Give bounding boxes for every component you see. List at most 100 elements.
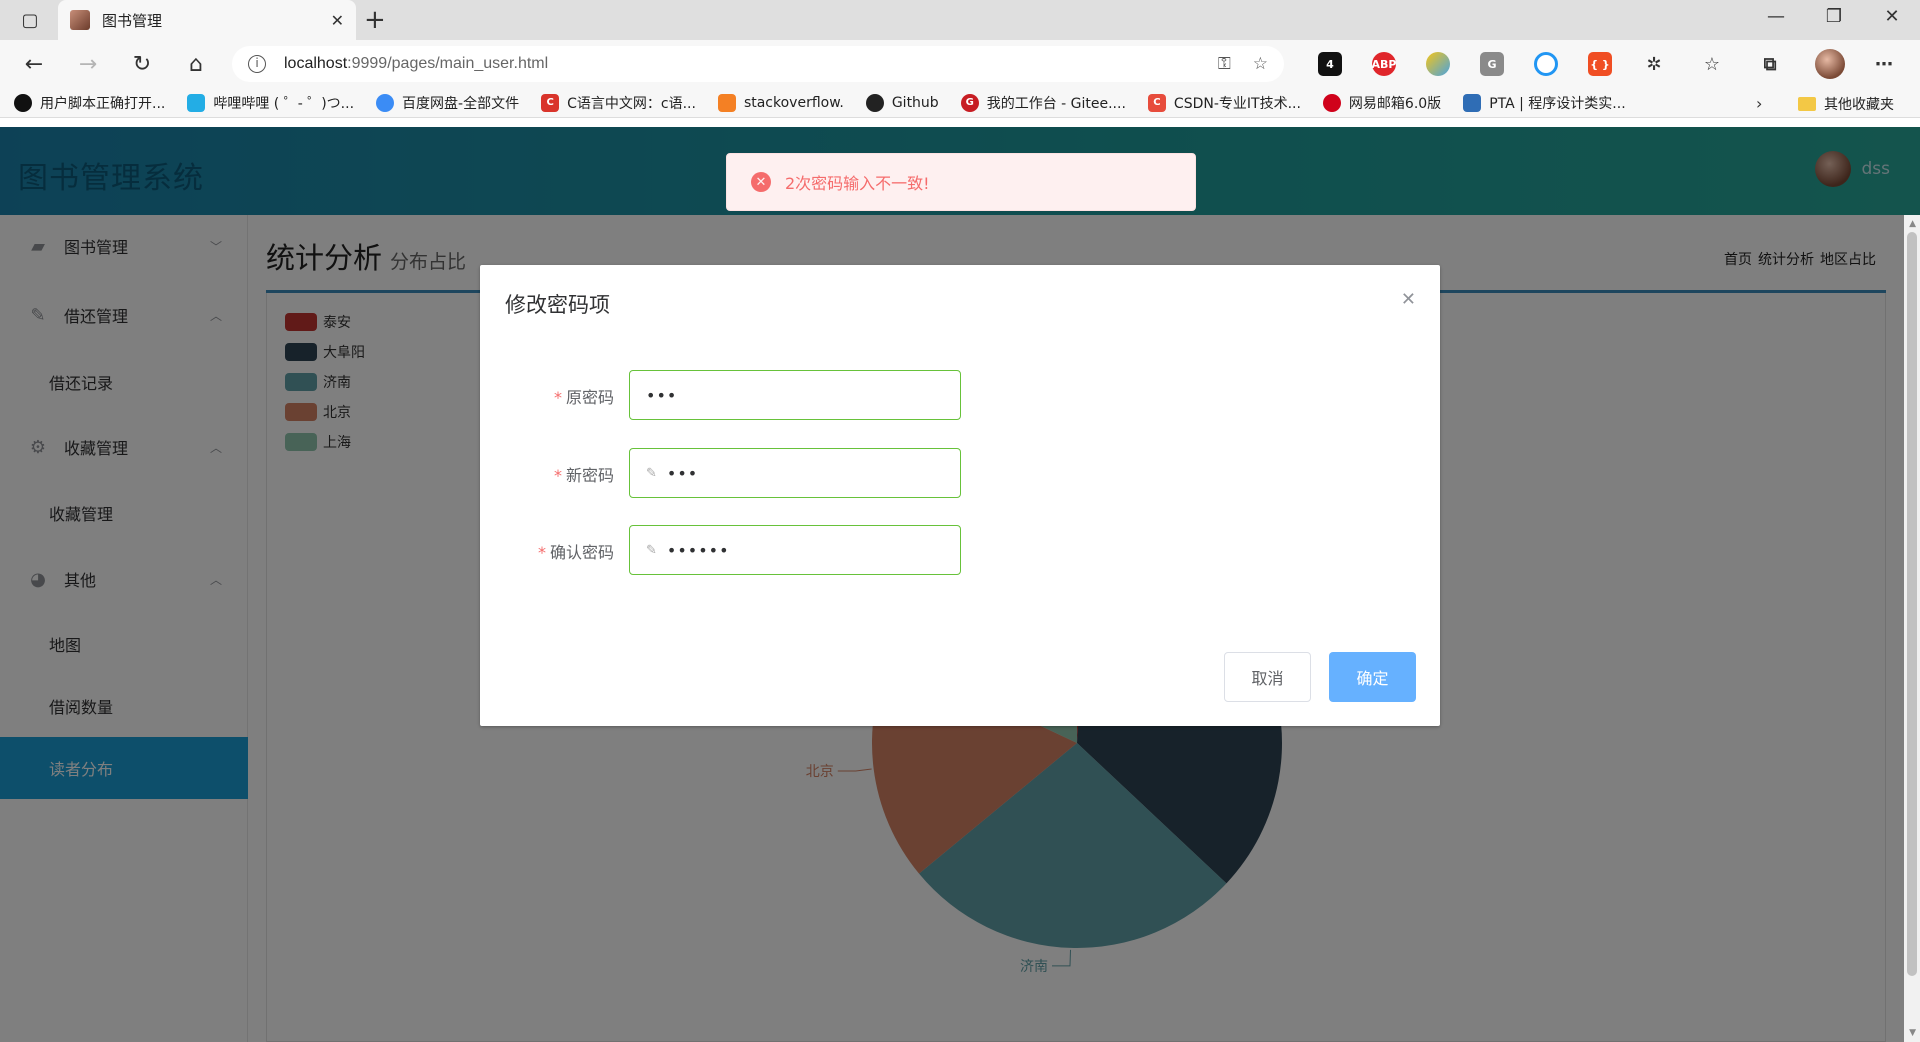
confirm-button[interactable]: 确定 [1329,652,1416,702]
url-host: localhost [284,55,348,72]
stackoverflow-icon [717,93,736,112]
bookmark-label: PTA | 程序设计类实... [1489,95,1626,112]
field-label: 新密码 [565,466,614,485]
bookmark-item[interactable]: G 我的工作台 - Gitee.... [960,93,1126,113]
field-value: ••• [646,385,678,405]
bookmark-item[interactable]: Github [865,93,939,112]
grammar-extension-icon[interactable]: G [1480,52,1504,76]
forward-icon[interactable]: → [72,50,104,78]
bookmarks-bar: 用户脚本正确打开... 哔哩哔哩 ( ゜- ゜)つ... 百度网盘-全部文件 C… [0,88,1920,118]
bookmark-label: 百度网盘-全部文件 [402,95,520,112]
confirm-password-label: * 确认密码 [538,539,614,563]
tab-actions-icon[interactable]: ▢ [16,8,44,32]
bookmark-label: CSDN-专业IT技术... [1173,95,1301,112]
bookmark-item[interactable]: 百度网盘-全部文件 [376,93,519,113]
home-icon[interactable]: ⌂ [180,50,212,78]
error-message-text: 2次密码输入不一致! [785,174,930,193]
bookmark-label: 网易邮箱6.0版 [1348,95,1442,112]
other-bookmarks-folder[interactable]: 其他收藏夹 [1798,94,1894,114]
collections-icon[interactable]: ⧉ [1758,52,1782,76]
more-menu-icon[interactable]: ⋯ [1872,52,1896,76]
folder-icon [1798,97,1816,111]
extensions-puzzle-icon[interactable]: ✲ [1642,52,1666,76]
dialog-title: 修改密码项 [505,293,610,317]
c-lang-icon: C [541,93,560,112]
required-mark: * [553,388,562,407]
bookmark-label: stackoverflow. [743,94,844,111]
form-row-old-password: * 原密码 ••• [480,370,1440,420]
bookmarks-more-icon[interactable]: › [1756,94,1762,113]
form-row-new-password: * 新密码 ✎ ••• [480,448,1440,498]
netease-mail-icon [1322,93,1341,112]
field-label: 确认密码 [549,543,614,562]
bookmark-label: Github [891,94,939,111]
folder-label: 其他收藏夹 [1824,97,1894,113]
refresh-icon[interactable]: ↻ [126,50,158,78]
bookmark-item[interactable]: 哔哩哔哩 ( ゜- ゜)つ... [187,93,354,113]
bookmark-item[interactable]: C C语言中文网：c语... [541,93,696,113]
edit-icon: ✎ [646,542,657,558]
shield-extension-icon[interactable] [1426,52,1450,76]
tab-favicon-icon [70,10,90,30]
json-extension-icon[interactable]: { } [1588,52,1612,76]
bookmark-label: 我的工作台 - Gitee.... [986,95,1126,112]
sync-extension-icon[interactable] [1534,52,1558,76]
field-value: •••••• [666,540,730,560]
bookmark-label: 用户脚本正确打开... [40,95,166,112]
pta-icon [1463,93,1482,112]
github-icon [865,93,884,112]
browser-tab[interactable]: 图书管理 ✕ [58,0,356,40]
key-icon[interactable]: ⚿ [1218,54,1231,74]
window-close-icon[interactable]: ✕ [1870,6,1914,27]
bookmark-item[interactable]: stackoverflow. [717,93,844,112]
bookmark-item[interactable]: PTA | 程序设计类实... [1463,93,1626,113]
bilibili-icon [187,93,206,112]
gitee-icon: G [960,93,979,112]
restore-icon[interactable]: ❐ [1812,6,1856,27]
required-mark: * [553,466,562,485]
minimize-icon[interactable]: — [1754,6,1798,27]
new-password-field[interactable]: ✎ ••• [629,448,961,498]
error-circle-icon: ✕ [751,172,771,192]
old-password-label: * 原密码 [554,384,614,408]
form-row-confirm-password: * 确认密码 ✎ •••••• [480,525,1440,575]
url-field[interactable]: i localhost:9999/pages/main_user.html ⚿ … [232,46,1284,82]
bookmark-item[interactable]: C CSDN-专业IT技术... [1147,93,1301,113]
scroll-down-icon[interactable]: ▼ [1909,1028,1916,1038]
bookmark-item[interactable]: 用户脚本正确打开... [14,93,165,113]
cancel-button[interactable]: 取消 [1224,652,1311,702]
url-text: localhost:9999/pages/main_user.html [284,55,1196,73]
new-password-label: * 新密码 [554,462,614,486]
change-password-dialog: 修改密码项 ✕ * 原密码 ••• * 新密码 ✎ ••• * 确认密码 ✎ ••••… [480,265,1440,726]
favorite-star-icon[interactable]: ☆ [1253,54,1268,74]
bookmark-label: 哔哩哔哩 ( ゜- ゜)つ... [213,95,355,112]
site-info-icon[interactable]: i [248,55,266,73]
csdn-icon: C [1147,93,1166,112]
old-password-field[interactable]: ••• [629,370,961,420]
browser-tab-bar: ▢ 图书管理 ✕ + — ❐ ✕ [0,0,1920,40]
bookmark-label: C语言中文网：c语... [567,95,696,112]
scrollbar-thumb[interactable] [1907,232,1917,976]
address-bar: ← → ↻ ⌂ i localhost:9999/pages/main_user… [0,40,1920,88]
tab-title: 图书管理 [102,11,163,30]
bookmark-icon [14,93,32,112]
required-mark: * [537,543,546,562]
baidu-pan-icon [376,93,395,112]
profile-avatar[interactable] [1815,49,1845,79]
bookmark-item[interactable]: 网易邮箱6.0版 [1322,93,1442,113]
back-icon[interactable]: ← [18,50,50,78]
extension-badge-icon[interactable]: 4 [1318,52,1342,76]
adblock-icon[interactable]: ABP [1372,52,1396,76]
confirm-password-field[interactable]: ✎ •••••• [629,525,961,575]
field-label: 原密码 [565,388,614,407]
new-tab-icon[interactable]: + [364,6,386,34]
dialog-close-icon[interactable]: ✕ [1401,289,1416,310]
edit-icon: ✎ [646,465,657,481]
favorites-icon[interactable]: ☆ [1700,52,1724,76]
field-value: ••• [666,463,699,483]
scroll-up-icon[interactable]: ▲ [1909,219,1916,229]
error-message: ✕ 2次密码输入不一致! [726,153,1196,211]
extension-badge-count: 4 [1326,57,1334,71]
tab-close-icon[interactable]: ✕ [331,11,344,30]
url-path: :9999/pages/main_user.html [347,55,549,72]
